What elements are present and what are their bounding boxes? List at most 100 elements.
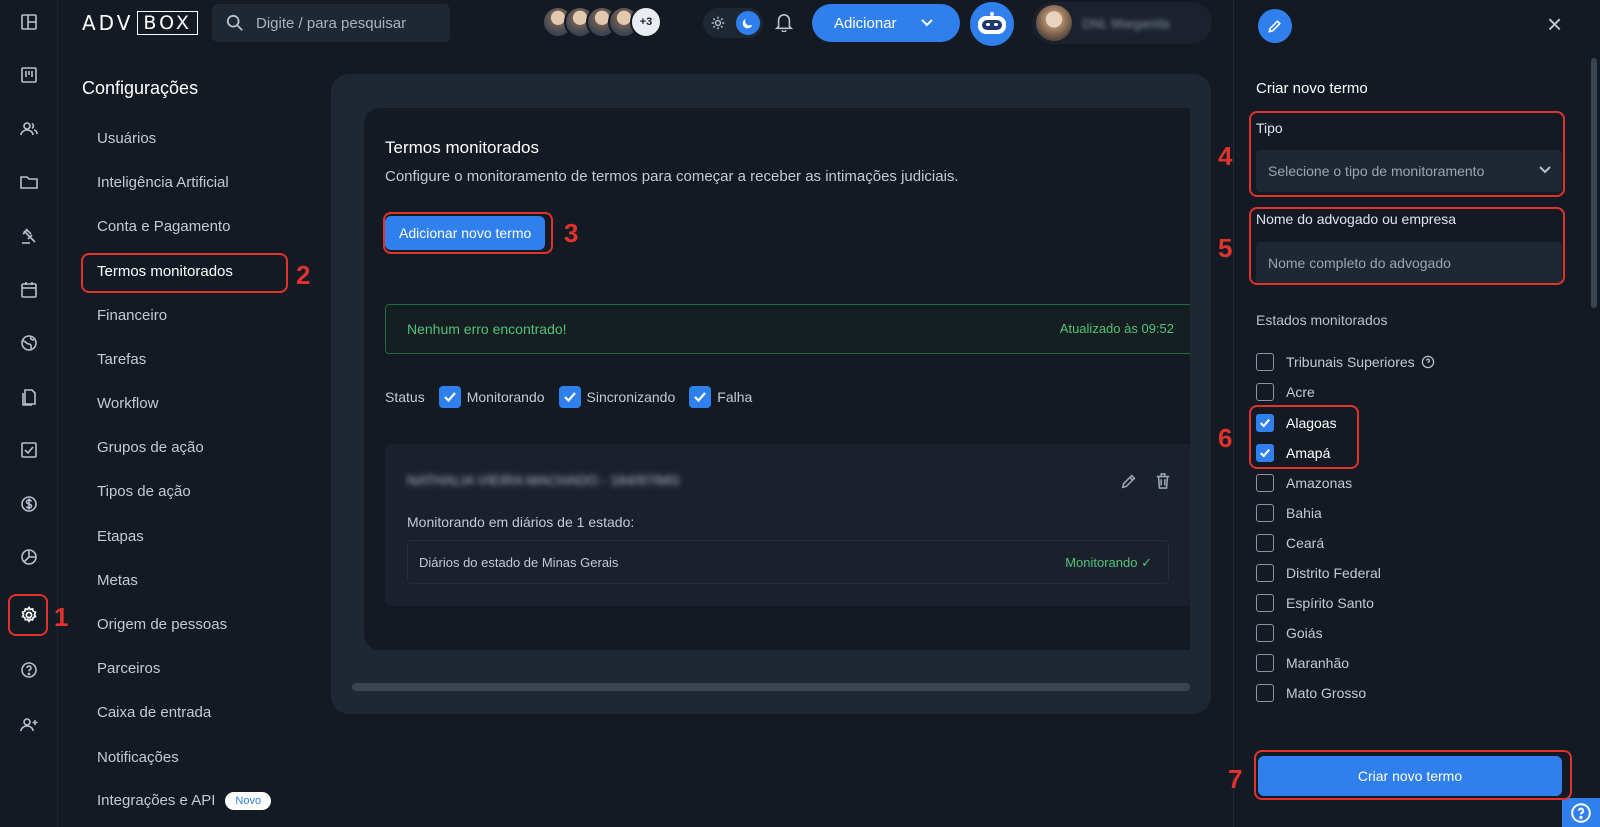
monitored-terms-card: Termos monitorados Configure o monitoram… bbox=[364, 108, 1190, 650]
nav-item-usuarios[interactable]: Usuários bbox=[97, 130, 156, 147]
chevron-down-icon bbox=[920, 19, 933, 27]
user-menu[interactable]: DNL Margarida bbox=[1032, 2, 1212, 44]
search-bar[interactable] bbox=[212, 4, 450, 42]
state-amapa[interactable]: Amapá bbox=[1256, 443, 1330, 463]
dashboard-icon[interactable] bbox=[17, 10, 41, 34]
logo-text-right: BOX bbox=[137, 11, 198, 35]
calendar-icon[interactable] bbox=[17, 278, 41, 302]
state-ceara[interactable]: Ceará bbox=[1256, 533, 1324, 553]
add-dropdown-button[interactable]: Adicionar bbox=[812, 4, 960, 42]
nav-item-tipos-acao[interactable]: Tipos de ação bbox=[97, 483, 191, 500]
state-acre[interactable]: Acre bbox=[1256, 382, 1315, 402]
search-input[interactable] bbox=[256, 14, 436, 32]
nav-item-caixa-entrada[interactable]: Caixa de entrada bbox=[97, 704, 211, 721]
filter-sincronizando-label[interactable]: Sincronizando bbox=[587, 389, 676, 405]
nav-item-metas[interactable]: Metas bbox=[97, 572, 138, 589]
people-icon[interactable] bbox=[17, 117, 41, 141]
globe-icon[interactable] bbox=[17, 331, 41, 355]
notifications-bell-icon[interactable] bbox=[774, 12, 794, 37]
term-state-row: Diários do estado de Minas Gerais Monito… bbox=[407, 540, 1169, 584]
team-avatars[interactable]: +3 bbox=[542, 6, 662, 40]
checkbox-icon[interactable] bbox=[1256, 474, 1274, 492]
help-icon[interactable] bbox=[1421, 355, 1435, 369]
help-icon[interactable] bbox=[17, 658, 41, 682]
nav-item-parceiros[interactable]: Parceiros bbox=[97, 660, 160, 677]
status-label: Status bbox=[385, 389, 425, 405]
pencil-icon[interactable] bbox=[1120, 472, 1138, 495]
checkbox-icon[interactable] bbox=[1256, 504, 1274, 522]
pencil-icon bbox=[1258, 9, 1292, 43]
state-mato-grosso[interactable]: Mato Grosso bbox=[1256, 683, 1366, 703]
advbox-logo[interactable]: ADV BOX bbox=[82, 10, 198, 36]
nav-item-financeiro[interactable]: Financeiro bbox=[97, 307, 167, 324]
state-label: Espírito Santo bbox=[1286, 595, 1374, 611]
term-monitoring-text: Monitorando em diários de 1 estado: bbox=[407, 514, 635, 530]
state-maranhao[interactable]: Maranhão bbox=[1256, 653, 1349, 673]
nav-item-workflow[interactable]: Workflow bbox=[97, 395, 158, 412]
vertical-scrollbar[interactable] bbox=[1591, 58, 1597, 308]
annotation-number: 7 bbox=[1228, 764, 1243, 794]
folder-icon[interactable] bbox=[17, 170, 41, 194]
nav-item-conta-pagamento[interactable]: Conta e Pagamento bbox=[97, 218, 230, 235]
state-label: Mato Grosso bbox=[1286, 685, 1367, 701]
checkbox-checked-icon[interactable] bbox=[438, 386, 461, 408]
checkbox-icon[interactable] bbox=[1256, 594, 1274, 612]
horizontal-scrollbar[interactable] bbox=[352, 683, 1190, 691]
create-term-button[interactable]: Criar novo termo bbox=[1258, 756, 1562, 796]
state-goias[interactable]: Goiás bbox=[1256, 623, 1323, 643]
theme-toggle[interactable] bbox=[703, 8, 763, 38]
nav-item-tarefas[interactable]: Tarefas bbox=[97, 351, 146, 368]
state-espirito-santo[interactable]: Espírito Santo bbox=[1256, 593, 1374, 613]
kanban-icon[interactable] bbox=[17, 63, 41, 87]
checkbox-checked-icon[interactable] bbox=[558, 386, 581, 408]
state-alagoas[interactable]: Alagoas bbox=[1256, 413, 1337, 433]
add-user-icon[interactable] bbox=[17, 713, 41, 737]
checkbox-icon[interactable] bbox=[1256, 654, 1274, 672]
nav-item-grupos-acao[interactable]: Grupos de ação bbox=[97, 439, 204, 456]
annotation-number: 4 bbox=[1218, 141, 1233, 171]
filter-monitorando-label[interactable]: Monitorando bbox=[467, 389, 545, 405]
nav-item-origem-pessoas[interactable]: Origem de pessoas bbox=[97, 616, 227, 633]
moon-icon[interactable] bbox=[736, 11, 760, 35]
state-tribunais-superiores[interactable]: Tribunais Superiores bbox=[1256, 352, 1435, 372]
checkbox-icon[interactable] bbox=[1256, 684, 1274, 702]
filter-falha-label[interactable]: Falha bbox=[717, 389, 752, 405]
states-label: Estados monitorados bbox=[1256, 312, 1388, 328]
state-label: Bahia bbox=[1286, 505, 1322, 521]
tipo-label: Tipo bbox=[1256, 120, 1283, 136]
finance-icon[interactable] bbox=[17, 492, 41, 516]
avatars-more-count[interactable]: +3 bbox=[630, 6, 662, 38]
checkbox-icon[interactable] bbox=[1256, 383, 1274, 401]
state-distrito-federal[interactable]: Distrito Federal bbox=[1256, 563, 1381, 583]
gavel-icon[interactable] bbox=[17, 224, 41, 248]
checkbox-icon[interactable] bbox=[1256, 564, 1274, 582]
documents-icon[interactable] bbox=[17, 385, 41, 409]
nav-item-integracoes-api[interactable]: Integrações e API Novo bbox=[97, 792, 272, 811]
state-amazonas[interactable]: Amazonas bbox=[1256, 473, 1352, 493]
tipo-select[interactable]: Selecione o tipo de monitoramento bbox=[1256, 150, 1562, 192]
close-icon[interactable]: × bbox=[1547, 11, 1562, 37]
settings-gear-icon[interactable] bbox=[17, 603, 41, 627]
assistant-bot-icon[interactable] bbox=[970, 2, 1014, 46]
help-chat-icon[interactable] bbox=[1562, 798, 1600, 827]
checkbox-checked-icon[interactable] bbox=[689, 386, 712, 408]
trash-icon[interactable] bbox=[1155, 472, 1171, 495]
nav-item-inteligencia-artificial[interactable]: Inteligência Artificial bbox=[97, 174, 229, 191]
state-bahia[interactable]: Bahia bbox=[1256, 503, 1322, 523]
checkbox-icon[interactable] bbox=[1256, 534, 1274, 552]
checkbox-icon[interactable] bbox=[1256, 353, 1274, 371]
status-filters: Status Monitorando Sincronizando Falha bbox=[385, 386, 752, 408]
check-icon: ✓ bbox=[1141, 555, 1152, 570]
checkbox-icon[interactable] bbox=[1256, 624, 1274, 642]
checkbox-checked-icon[interactable] bbox=[1256, 414, 1274, 432]
nav-item-termos-monitorados[interactable]: Termos monitorados bbox=[97, 263, 233, 280]
checkbox-checked-icon[interactable] bbox=[1256, 444, 1274, 462]
task-check-icon[interactable] bbox=[17, 438, 41, 462]
icon-rail bbox=[0, 0, 58, 827]
nav-item-notificacoes[interactable]: Notificações bbox=[97, 749, 179, 766]
name-label: Nome do advogado ou empresa bbox=[1256, 211, 1457, 227]
nav-item-etapas[interactable]: Etapas bbox=[97, 528, 144, 545]
add-new-term-button[interactable]: Adicionar novo termo bbox=[385, 216, 546, 250]
lawyer-name-input[interactable] bbox=[1256, 242, 1562, 284]
pie-chart-icon[interactable] bbox=[17, 545, 41, 569]
